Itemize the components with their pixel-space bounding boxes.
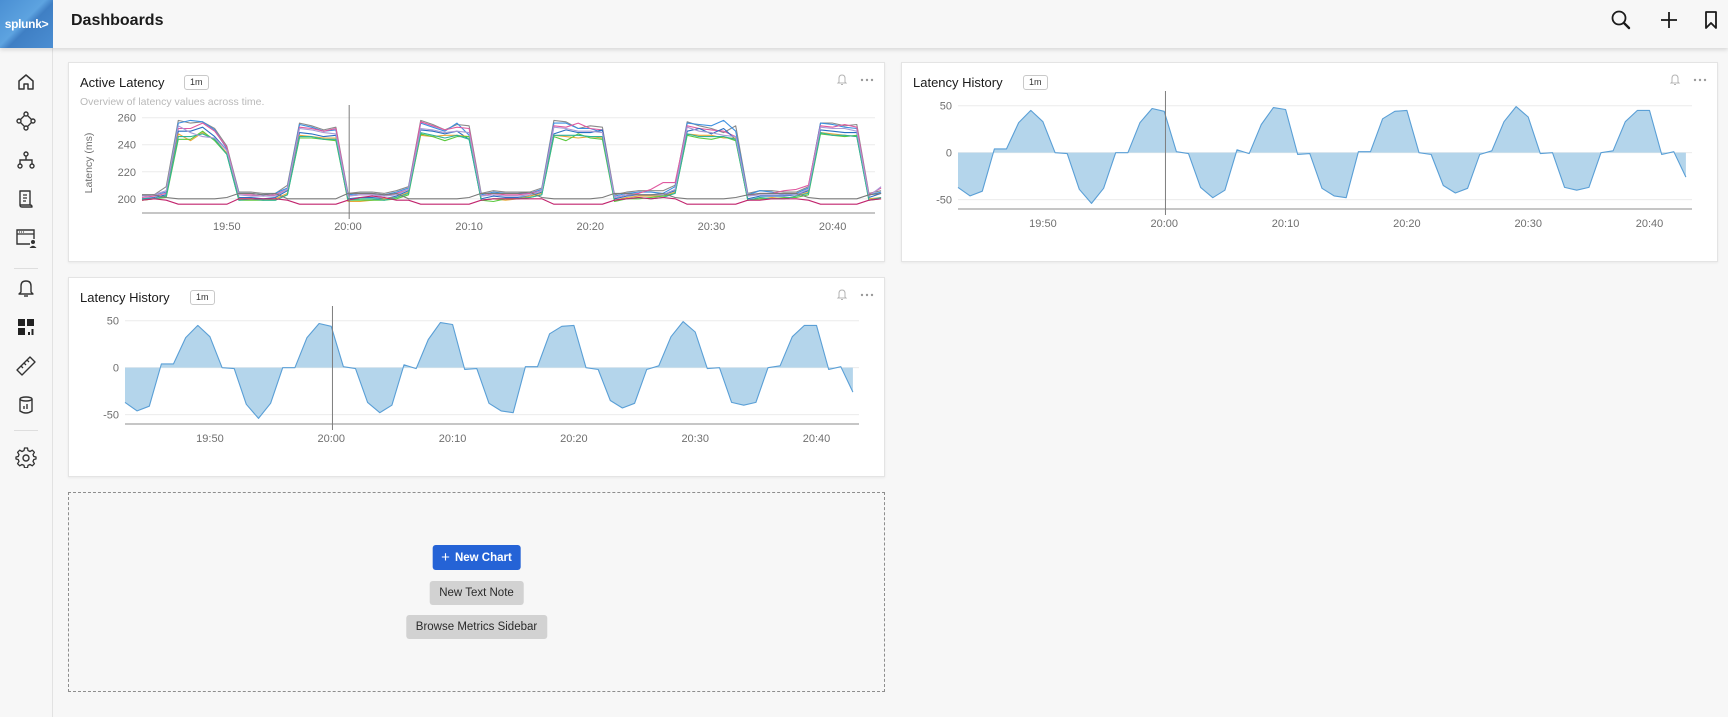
resolution-badge: 1m — [1023, 75, 1048, 90]
new-text-note-button[interactable]: New Text Note — [429, 581, 524, 605]
active-latency-chart: 200 220 240 260 19:50 20:00 20:10 20:20 20:30 20:… — [83, 105, 882, 233]
x-tick-label: 19:50 — [213, 221, 241, 233]
browser-user-icon — [16, 229, 37, 248]
latency-history-chart: -50 0 50 19:50 20:00 20:10 20:20 20:30 20:40 — [936, 91, 1692, 230]
panel-actions — [836, 73, 874, 86]
y-tick-label: 240 — [118, 140, 136, 152]
panel-description: Overview of latency values across time. — [80, 96, 265, 108]
y-tick-label: 50 — [940, 101, 952, 113]
sidebar-item-synthetics[interactable] — [14, 226, 38, 250]
sidebar-item-logs[interactable] — [14, 187, 38, 211]
new-chart-button[interactable]: + New Chart — [432, 545, 521, 570]
x-tick-label: 20:40 — [819, 221, 847, 233]
panel-active-latency: 200 220 240 260 19:50 20:00 20:10 20:20 20:30 20:… — [68, 62, 885, 262]
x-tick-label: 19:50 — [1029, 218, 1057, 230]
series-line-s8[interactable] — [141, 125, 882, 199]
x-tick-label: 20:00 — [1150, 218, 1178, 230]
y-tick-label: 50 — [107, 316, 119, 328]
panel-title: Latency History — [80, 290, 170, 305]
x-tick-label: 20:40 — [1636, 218, 1664, 230]
y-tick-label: 0 — [946, 148, 952, 160]
x-tick-label: 20:20 — [577, 221, 605, 233]
plus-icon[interactable] — [1657, 8, 1681, 32]
more-options-icon[interactable] — [1693, 78, 1707, 82]
bell-icon[interactable] — [836, 288, 848, 301]
x-tick-label: 20:20 — [1393, 218, 1421, 230]
ruler-icon — [16, 356, 36, 376]
resolution-badge: 1m — [190, 290, 215, 305]
home-icon — [18, 74, 34, 90]
sidebar-item-service-map[interactable] — [14, 109, 38, 133]
panel-title: Latency History — [913, 75, 1003, 90]
sidebar-divider — [14, 430, 38, 431]
x-tick-label: 20:10 — [455, 221, 483, 233]
y-tick-label: 220 — [118, 167, 136, 179]
panel-latency-history-left: -50 0 50 19:50 20:00 20:10 20:20 20:30 20:40 Lat… — [68, 277, 885, 477]
sidebar-item-dashboards[interactable] — [14, 315, 38, 339]
series-line-s4[interactable] — [141, 126, 882, 200]
sidebar-item-hierarchy[interactable] — [14, 148, 38, 172]
panel-latency-history-right: -50 0 50 19:50 20:00 20:10 20:20 20:30 20:40 Lat… — [901, 62, 1718, 262]
panel-title: Active Latency — [80, 75, 165, 90]
panel-actions — [836, 288, 874, 301]
document-icon — [19, 190, 33, 208]
sidebar-item-home[interactable] — [14, 70, 38, 94]
y-tick-label: -50 — [103, 410, 119, 422]
bookmark-icon[interactable] — [1699, 8, 1723, 32]
bell-icon — [18, 280, 34, 297]
sidebar-item-settings[interactable] — [14, 445, 38, 469]
x-tick-label: 20:00 — [317, 433, 345, 445]
new-chart-label: New Chart — [454, 551, 512, 564]
more-options-icon[interactable] — [860, 293, 874, 297]
x-tick-label: 20:30 — [681, 433, 709, 445]
series-line-s1[interactable] — [142, 119, 882, 196]
x-tick-label: 20:40 — [803, 433, 831, 445]
more-options-icon[interactable] — [860, 78, 874, 82]
add-content-placeholder: + New Chart New Text Note Browse Metrics… — [68, 492, 885, 692]
gear-icon — [15, 447, 37, 468]
dashboard-grid-icon — [18, 319, 34, 335]
hierarchy-icon — [17, 151, 35, 169]
x-tick-label: 20:20 — [560, 433, 588, 445]
resolution-badge: 1m — [184, 75, 209, 90]
y-tick-label: -50 — [936, 195, 952, 207]
y-axis-label: Latency (ms) — [83, 133, 95, 194]
page-title: Dashboards — [71, 12, 164, 29]
sidebar-item-alerts[interactable] — [14, 276, 38, 300]
x-tick-label: 20:30 — [1514, 218, 1542, 230]
network-nodes-icon — [16, 111, 36, 131]
y-tick-label: 260 — [118, 113, 136, 125]
database-icon — [19, 396, 33, 414]
bell-icon[interactable] — [836, 73, 848, 86]
x-tick-label: 20:00 — [334, 221, 362, 233]
latency-history-chart: -50 0 50 19:50 20:00 20:10 20:20 20:30 20:40 — [103, 306, 859, 445]
splunk-logo[interactable]: splunk> — [0, 0, 53, 48]
sidebar — [0, 48, 53, 717]
sidebar-item-database[interactable] — [14, 393, 38, 417]
series-line-s3[interactable] — [141, 121, 882, 199]
series-line-s7[interactable] — [142, 132, 882, 201]
plus-icon: + — [441, 549, 450, 566]
x-tick-label: 20:10 — [439, 433, 467, 445]
logo-text: splunk> — [4, 17, 49, 31]
panel-actions — [1669, 73, 1707, 86]
series-line-s2[interactable] — [141, 119, 882, 197]
y-tick-label: 0 — [113, 363, 119, 375]
x-tick-label: 20:30 — [698, 221, 726, 233]
y-tick-label: 200 — [118, 194, 136, 206]
x-tick-label: 19:50 — [196, 433, 224, 445]
top-bar: splunk> Dashboards — [0, 0, 1728, 48]
search-icon[interactable] — [1609, 8, 1633, 32]
x-tick-label: 20:10 — [1272, 218, 1300, 230]
sidebar-item-metrics[interactable] — [14, 354, 38, 378]
browse-metrics-sidebar-button[interactable]: Browse Metrics Sidebar — [405, 615, 548, 639]
sidebar-divider — [14, 268, 38, 269]
bell-icon[interactable] — [1669, 73, 1681, 86]
